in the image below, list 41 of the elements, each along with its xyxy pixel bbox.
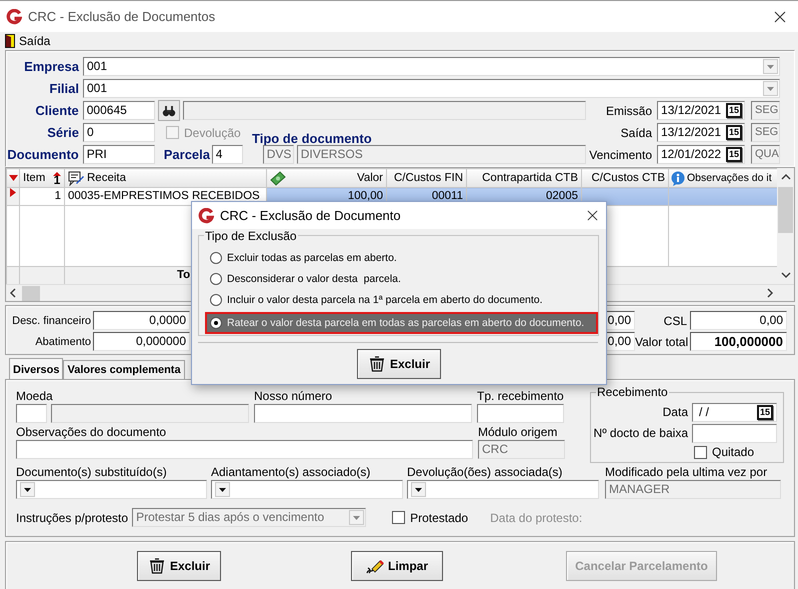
field-label: Instruções p/protesto — [16, 510, 128, 524]
field-label: Documento(s) substituído(s) — [16, 466, 168, 479]
field-label: Abatimento — [34, 336, 92, 348]
weekday-field: SEG — [751, 123, 780, 142]
doc-type-code-field: DVS — [262, 145, 294, 164]
section-label: Tipo de documento — [252, 131, 372, 146]
field-label: Empresa — [23, 59, 79, 74]
field-label: Observações do documento — [16, 426, 168, 439]
button: Cancelar Parcelamento — [566, 550, 717, 580]
field-label: Módulo origem — [478, 426, 558, 439]
checkbox-label: Protestado — [410, 510, 468, 524]
field-label: Cliente — [34, 103, 79, 118]
field-label: Valor total — [635, 334, 690, 348]
field-label: Desc. financeiro — [11, 314, 92, 326]
field-label: Nosso número — [254, 390, 334, 403]
field-label: Adiantamento(s) associado(s) — [211, 466, 372, 479]
dialog-title: CRC - Exclusão de Documento — [220, 208, 401, 223]
group-label: Tipo de Exclusão — [204, 229, 298, 243]
field-label: Tp. recebimento — [477, 390, 564, 403]
field-label: Filial — [48, 81, 79, 96]
field-label: Data do protesto: — [490, 510, 582, 524]
field-label: Moeda — [16, 390, 54, 403]
field-label: Modificado pela ultima vez por — [605, 466, 768, 479]
doc-type-name-field: DIVERSOS — [296, 145, 586, 164]
checkbox-label: Quitado — [712, 445, 754, 459]
field-label: Saída — [620, 126, 652, 140]
checkbox-label: Devolução — [184, 126, 241, 140]
field-label: Vencimento — [588, 148, 652, 162]
field-label: Devolução(ões) associada(s) — [407, 466, 564, 479]
field-label: Nº docto de baixa — [594, 426, 688, 440]
field-label: Série — [46, 125, 79, 140]
sort-rank: 1 — [54, 176, 60, 184]
weekday-field: QUA — [751, 145, 780, 164]
field-label: Data — [662, 405, 688, 419]
field-label: Emissão — [605, 104, 652, 118]
window-title: CRC - Exclusão de Documentos — [28, 9, 216, 24]
group-label: Recebimento — [596, 385, 669, 399]
field-label: CSL — [662, 314, 688, 328]
field-label: Documento — [6, 147, 79, 162]
weekday-field: SEG — [751, 101, 780, 120]
field-label: Parcela — [164, 147, 209, 162]
